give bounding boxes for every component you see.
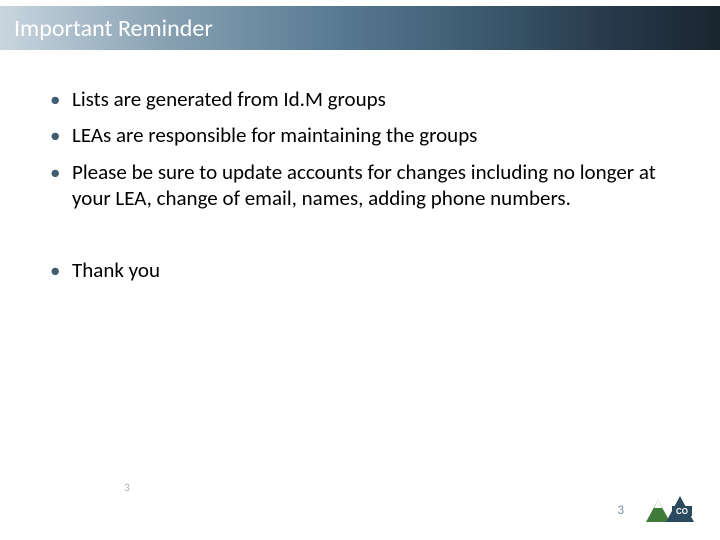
svg-text:CO: CO <box>676 507 688 516</box>
co-mountain-logo-icon: CO <box>636 492 702 526</box>
spacer <box>46 221 680 257</box>
bullet-item: Thank you <box>46 257 680 283</box>
bullet-list-primary: Lists are generated from Id.M groups LEA… <box>46 86 680 211</box>
bullet-item: Please be sure to update accounts for ch… <box>46 159 680 212</box>
page-number-right: 3 <box>617 503 624 518</box>
bullet-item: Lists are generated from Id.M groups <box>46 86 680 112</box>
slide-content: Lists are generated from Id.M groups LEA… <box>46 86 680 293</box>
title-bar: Important Reminder <box>0 6 720 50</box>
bullet-list-secondary: Thank you <box>46 257 680 283</box>
bullet-item: LEAs are responsible for maintaining the… <box>46 122 680 148</box>
slide: Important Reminder Lists are generated f… <box>0 0 720 540</box>
page-number-left: 3 <box>124 481 130 494</box>
slide-title: Important Reminder <box>14 14 213 43</box>
